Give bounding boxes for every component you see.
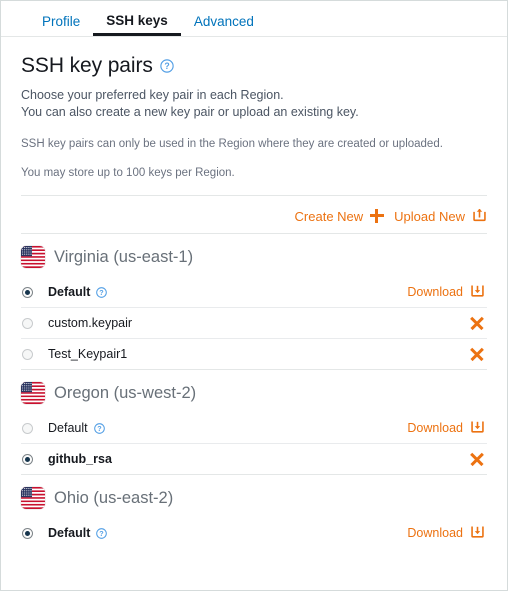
key-row[interactable]: Default? Download	[21, 518, 487, 548]
upload-new-button[interactable]: Upload New	[394, 207, 487, 225]
region-section: Virginia (us-east-1) Default? Download cust…	[21, 233, 487, 369]
plus-icon	[370, 209, 385, 223]
help-circle-icon[interactable]: ?	[93, 422, 105, 434]
upload-icon	[472, 207, 487, 225]
download-icon	[470, 419, 485, 437]
key-label: custom.keypair	[48, 316, 133, 330]
svg-text:?: ?	[164, 61, 169, 71]
ssh-keys-panel: Profile SSH keys Advanced SSH key pairs ? …	[0, 0, 508, 591]
tab-profile[interactable]: Profile	[29, 14, 93, 37]
tab-bar: Profile SSH keys Advanced	[1, 1, 507, 37]
us-flag-icon	[21, 382, 45, 404]
download-label: Download	[407, 526, 463, 540]
region-header: Oregon (us-west-2)	[21, 382, 487, 413]
create-new-label: Create New	[294, 208, 364, 224]
key-label-wrap: github_rsa	[48, 452, 112, 466]
lead-text: Choose your preferred key pair in each R…	[21, 87, 487, 121]
region-section: Oregon (us-west-2) Default? Download github…	[21, 369, 487, 474]
region-header: Ohio (us-east-2)	[21, 487, 487, 518]
region-section: Ohio (us-east-2) Default? Download	[21, 474, 487, 548]
us-flag-icon	[21, 246, 45, 268]
key-label-wrap: Test_Keypair1	[48, 347, 127, 361]
key-label: Default	[48, 526, 91, 540]
svg-text:?: ?	[97, 424, 101, 433]
tab-advanced[interactable]: Advanced	[181, 14, 267, 37]
regions-list: Virginia (us-east-1) Default? Download cust…	[21, 233, 487, 548]
download-label: Download	[407, 285, 463, 299]
help-circle-icon[interactable]: ?	[160, 59, 174, 73]
region-header: Virginia (us-east-1)	[21, 246, 487, 277]
download-button[interactable]: Download	[407, 419, 487, 437]
key-radio-button[interactable]	[22, 286, 33, 298]
download-label: Download	[407, 421, 463, 435]
download-icon	[470, 283, 485, 301]
lead-line-1: Choose your preferred key pair in each R…	[21, 88, 284, 102]
svg-text:?: ?	[100, 288, 104, 297]
key-label-wrap: Default?	[48, 421, 105, 435]
key-row[interactable]: Test_Keypair1	[21, 338, 487, 369]
upload-new-label: Upload New	[394, 208, 465, 224]
note-key-limit: You may store up to 100 keys per Region.	[21, 167, 235, 179]
page-title-row: SSH key pairs ?	[21, 54, 487, 78]
key-radio-button[interactable]	[22, 422, 33, 434]
close-x-icon[interactable]	[470, 316, 484, 330]
actions-row: Create New Upload New	[21, 195, 487, 233]
create-new-button[interactable]: Create New	[295, 209, 385, 224]
key-radio-button[interactable]	[22, 527, 33, 539]
key-row[interactable]: custom.keypair	[21, 307, 487, 338]
key-row[interactable]: github_rsa	[21, 443, 487, 474]
lead-line-2: You can also create a new key pair or up…	[21, 105, 359, 119]
help-circle-icon[interactable]: ?	[96, 286, 108, 298]
key-row[interactable]: Default? Download	[21, 413, 487, 443]
download-button[interactable]: Download	[407, 524, 487, 542]
note-region-scope: SSH key pairs can only be used in the Re…	[21, 138, 443, 150]
svg-text:?: ?	[100, 529, 104, 538]
key-radio-button[interactable]	[22, 348, 33, 360]
key-row[interactable]: Default? Download	[21, 277, 487, 307]
key-label: Default	[48, 285, 91, 299]
download-icon	[470, 524, 485, 542]
region-name: Ohio (us-east-2)	[54, 488, 174, 507]
key-label: github_rsa	[48, 452, 112, 466]
close-x-icon[interactable]	[470, 452, 484, 466]
key-label: Test_Keypair1	[48, 347, 128, 361]
download-button[interactable]: Download	[407, 283, 487, 301]
region-name: Oregon (us-west-2)	[54, 383, 197, 402]
tab-ssh-keys[interactable]: SSH keys	[93, 13, 181, 36]
key-radio-button[interactable]	[22, 317, 33, 329]
region-name: Virginia (us-east-1)	[54, 247, 194, 266]
key-label-wrap: custom.keypair	[48, 316, 132, 330]
key-label: Default	[48, 421, 88, 435]
close-x-icon[interactable]	[470, 347, 484, 361]
us-flag-icon	[21, 487, 45, 509]
panel-content: SSH key pairs ? Choose your preferred ke…	[1, 54, 507, 548]
key-label-wrap: Default?	[48, 526, 108, 540]
key-radio-button[interactable]	[22, 453, 33, 465]
key-label-wrap: Default?	[48, 285, 108, 299]
help-circle-icon[interactable]: ?	[96, 527, 108, 539]
page-title: SSH key pairs	[21, 54, 153, 77]
